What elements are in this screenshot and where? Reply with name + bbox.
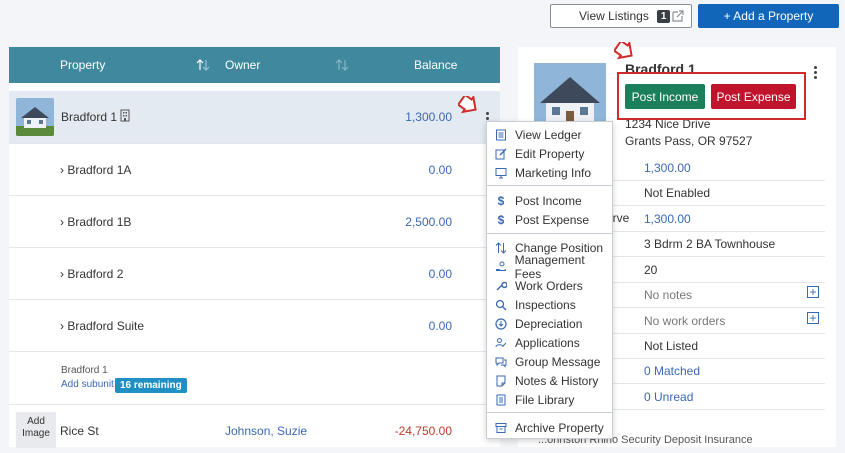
menu-item-file-library[interactable]: File Library — [487, 390, 612, 409]
dollar-icon: $ — [497, 193, 505, 208]
subunit-footer: Bradford 1 Add subunit 16 remaining — [9, 351, 500, 405]
table-row[interactable]: › Bradford 1B 2,500.00 — [9, 195, 500, 248]
detail-value[interactable]: 0 Unread — [644, 390, 693, 404]
sort-icon — [494, 241, 508, 255]
property-name[interactable]: Rice St — [60, 424, 99, 438]
menu-item-view-ledger[interactable]: View Ledger — [487, 125, 612, 144]
subunit-name[interactable]: › Bradford 2 — [60, 267, 123, 281]
monitor-icon — [494, 166, 508, 180]
subunit-parent-label: Bradford 1 — [61, 365, 108, 376]
remaining-badge: 16 remaining — [115, 378, 187, 393]
down-circle-icon — [494, 317, 508, 331]
subunit-balance[interactable]: 2,500.00 — [405, 215, 452, 229]
magnifier-icon — [494, 298, 508, 312]
detail-value[interactable]: 1,300.00 — [644, 161, 691, 175]
user-edit-icon — [494, 336, 508, 350]
detail-value: Not Enabled — [644, 186, 711, 200]
building-icon — [120, 109, 130, 122]
property-actions-menu: View Ledger Edit Property Marketing Info… — [486, 121, 613, 439]
add-subunit-link[interactable]: Add subunit — [61, 379, 114, 390]
menu-item-management-fees[interactable]: Management Fees — [487, 253, 612, 281]
menu-item-depreciation[interactable]: Depreciation — [487, 314, 612, 333]
view-listings-button[interactable]: View Listings 1 — [550, 4, 692, 28]
sort-icon[interactable] — [335, 59, 349, 71]
sort-active-icon[interactable] — [196, 59, 210, 71]
file-icon — [494, 393, 508, 407]
wrench-icon — [494, 279, 508, 293]
add-property-button[interactable]: + Add a Property — [698, 4, 839, 28]
menu-item-marketing-info[interactable]: Marketing Info — [487, 163, 612, 182]
table-row[interactable]: › Bradford 1A 0.00 — [9, 143, 500, 196]
property-balance[interactable]: -24,750.00 — [395, 424, 452, 438]
menu-item-post-expense[interactable]: $ Post Expense — [487, 210, 612, 229]
archive-icon — [494, 421, 508, 435]
menu-item-inspections[interactable]: Inspections — [487, 295, 612, 314]
menu-item-notes-history[interactable]: Notes & History — [487, 371, 612, 390]
menu-item-work-orders[interactable]: Work Orders — [487, 276, 612, 295]
add-note-icon[interactable]: + — [807, 286, 819, 298]
detail-value[interactable]: 1,300.00 — [644, 212, 691, 226]
external-link-icon — [672, 10, 684, 22]
add-image-button[interactable]: Add Image — [16, 412, 56, 448]
panel-kebab-icon[interactable] — [814, 66, 818, 81]
detail-value[interactable]: 0 Matched — [644, 364, 700, 378]
ledger-icon — [494, 128, 508, 142]
address-line2: Grants Pass, OR 97527 — [625, 134, 753, 148]
subunit-name[interactable]: › Bradford 1B — [60, 215, 131, 229]
property-thumbnail — [16, 98, 54, 136]
subunit-balance[interactable]: 0.00 — [429, 267, 452, 281]
subunit-balance[interactable]: 0.00 — [429, 163, 452, 177]
col-balance-header[interactable]: Balance — [414, 58, 457, 72]
menu-divider — [487, 185, 612, 186]
col-property-header[interactable]: Property — [60, 58, 105, 72]
menu-item-edit-property[interactable]: Edit Property — [487, 144, 612, 163]
detail-value: 20 — [644, 263, 658, 277]
table-header: Property Owner Balance — [9, 47, 500, 83]
col-owner-header[interactable]: Owner — [225, 58, 260, 72]
note-icon — [494, 374, 508, 388]
subunit-balance[interactable]: 0.00 — [429, 319, 452, 333]
detail-value: No notes — [644, 288, 693, 302]
table-row[interactable]: › Bradford 2 0.00 — [9, 247, 500, 300]
detail-value: No work orders — [644, 314, 726, 328]
annotation-arrow-icon — [614, 42, 633, 60]
subunit-name[interactable]: › Bradford 1A — [60, 163, 131, 177]
menu-item-group-message[interactable]: Group Message — [487, 352, 612, 371]
dollar-icon: $ — [497, 212, 505, 227]
post-expense-button[interactable]: Post Expense — [711, 84, 796, 109]
menu-item-archive-property[interactable]: Archive Property — [487, 418, 612, 437]
menu-item-post-income[interactable]: $ Post Income — [487, 191, 612, 210]
chat-icon — [494, 355, 508, 369]
detail-value: 3 Bdrm 2 BA Townhouse — [644, 237, 776, 251]
add-work-order-icon[interactable]: + — [807, 312, 819, 324]
property-table: Property Owner Balance Bradford 1 1,300.… — [9, 47, 500, 448]
table-row[interactable]: Add Image Rice St Johnson, Suzie -24,750… — [9, 409, 500, 453]
detail-value: Not Listed — [644, 339, 699, 353]
post-income-button[interactable]: Post Income — [625, 84, 705, 109]
menu-divider — [487, 233, 612, 234]
annotation-arrow-icon — [458, 96, 477, 114]
property-balance[interactable]: 1,300.00 — [405, 110, 452, 124]
table-row-main[interactable]: Bradford 1 1,300.00 — [9, 91, 500, 144]
view-listings-label: View Listings — [579, 9, 649, 23]
subunit-name[interactable]: › Bradford Suite — [60, 319, 144, 333]
property-name[interactable]: Bradford 1 — [61, 110, 117, 124]
owner-link[interactable]: Johnson, Suzie — [225, 424, 307, 438]
edit-icon — [494, 147, 508, 161]
menu-divider — [487, 412, 612, 413]
listings-count-badge: 1 — [656, 9, 671, 23]
menu-item-applications[interactable]: Applications — [487, 333, 612, 352]
hand-coin-icon — [494, 260, 508, 274]
table-row[interactable]: › Bradford Suite 0.00 — [9, 299, 500, 352]
